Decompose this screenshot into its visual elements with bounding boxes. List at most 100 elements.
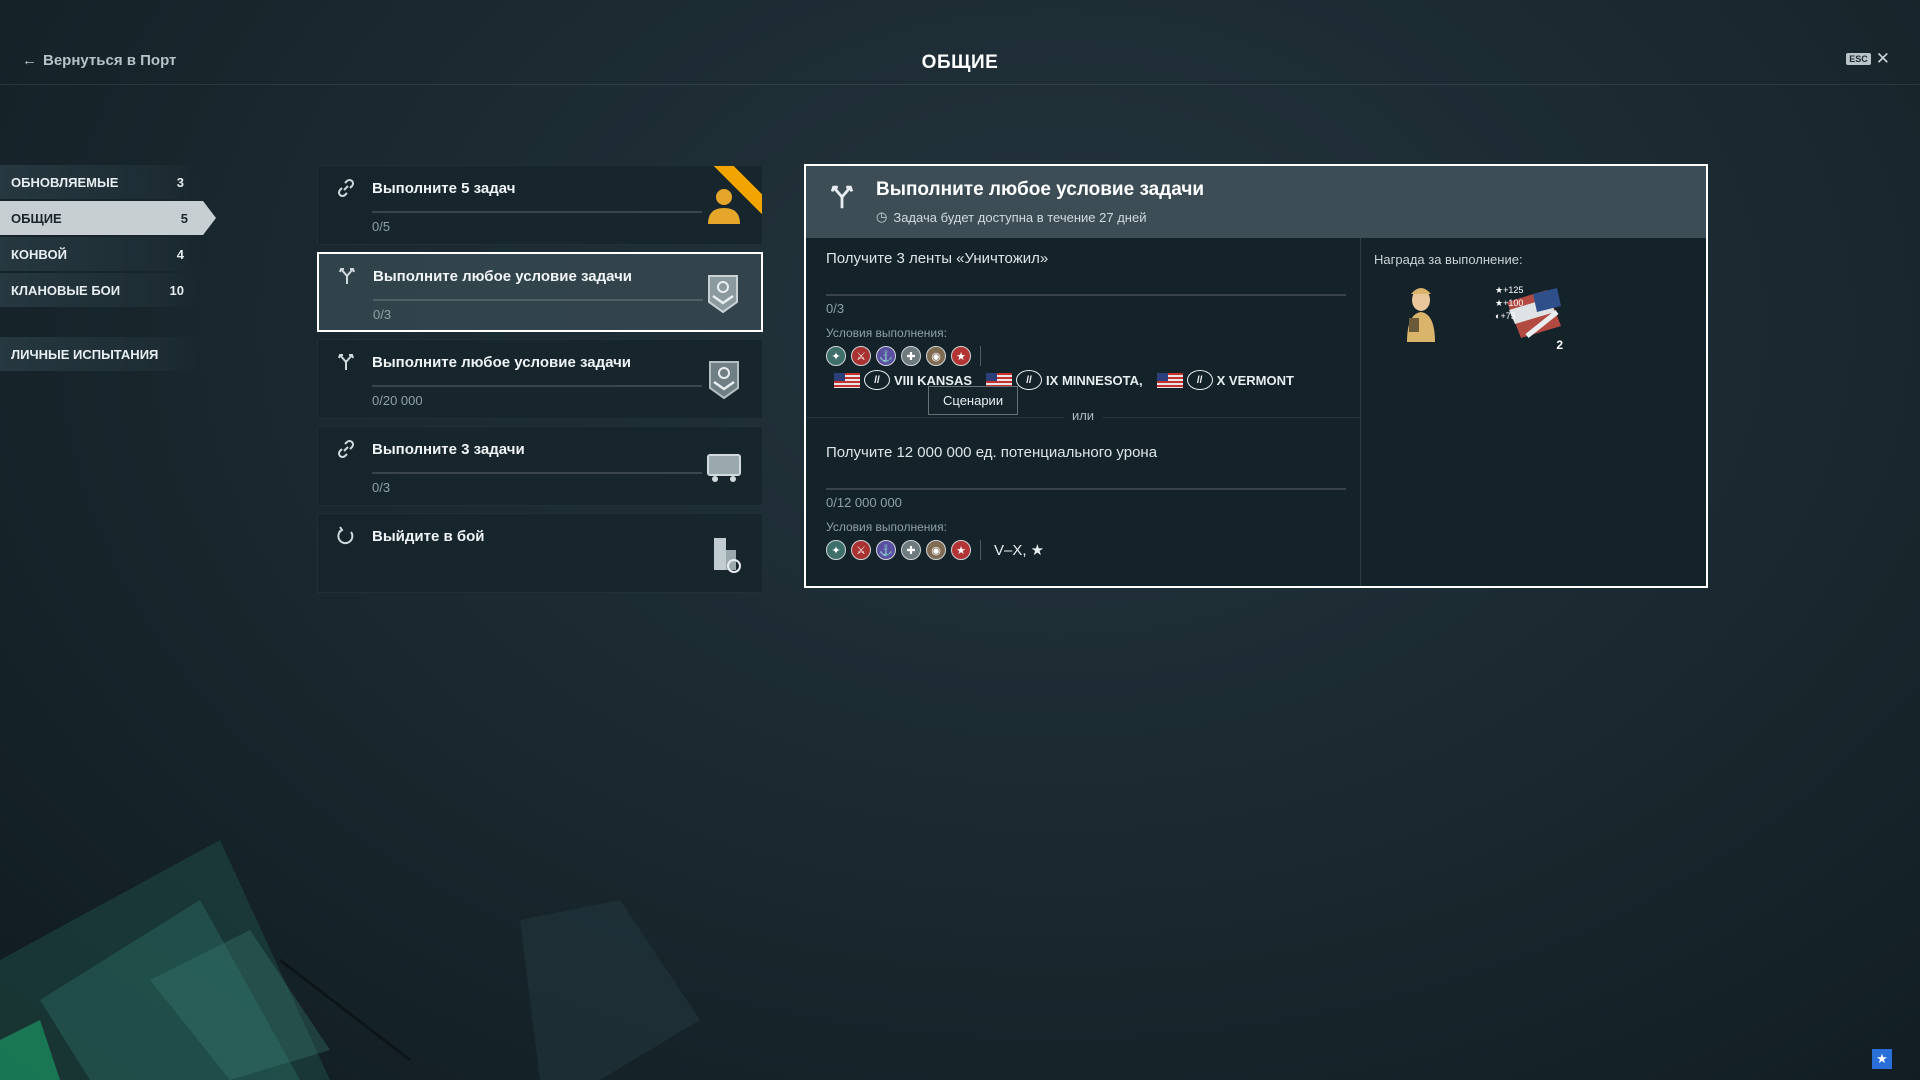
clock-icon: ◷ <box>876 209 888 224</box>
condition-title: Получите 3 ленты «Уничтожил» <box>826 250 1049 267</box>
condition-1: Получите 3 ленты «Уничтожил» 0/3 Условия… <box>826 250 1346 390</box>
task-progress-bar <box>372 211 702 213</box>
task-card[interactable]: Выполните любое условие задачи 0/3 <box>317 252 763 332</box>
nav-item-count: 10 <box>169 282 184 298</box>
nav-item-label: ЛИЧНЫЕ ИСПЫТАНИЯ <box>11 346 159 362</box>
nav-item-convoy[interactable]: КОНВОЙ 4 <box>0 237 196 271</box>
task-card[interactable]: Выполните 5 задач 0/5 <box>317 165 763 245</box>
reward-bonus-stats: ★+125 ★+100 ◐+75 <box>1495 285 1524 321</box>
clan-battle-icon: ⚓ <box>876 540 896 560</box>
reward-commander[interactable] <box>1391 282 1451 346</box>
brawl-battle-icon: ◉ <box>926 540 946 560</box>
top-bar: ← Вернуться в Порт ОБЩИЕ ESC ✕ <box>0 0 1920 85</box>
ranked-battle-icon: ⚔ <box>851 540 871 560</box>
commander-icon <box>708 189 740 224</box>
ship-label[interactable]: IX MINNESOTA, <box>1046 373 1143 388</box>
star-badge-icon[interactable]: ★ <box>1872 1049 1892 1069</box>
nav-item-clan-battles[interactable]: КЛАНОВЫЕ БОИ 10 <box>0 273 196 307</box>
rank-chevron-icon <box>709 361 739 400</box>
divider <box>980 346 981 366</box>
event-battle-icon: ★ <box>951 540 971 560</box>
conditions-column: Получите 3 ленты «Уничтожил» 0/3 Условия… <box>806 238 1361 586</box>
battleship-class-icon: // <box>1016 370 1043 390</box>
rank-chevron-icon <box>708 275 738 314</box>
chain-link-icon <box>337 178 355 198</box>
detail-header: Выполните любое условие задачи ◷ Задача … <box>806 166 1706 238</box>
task-progress-bar <box>372 385 702 387</box>
coop-battle-icon: ✚ <box>901 346 921 366</box>
availability-info: ◷ Задача будет доступна в течение 27 дне… <box>876 209 1146 225</box>
ship-label[interactable]: X VERMONT <box>1217 373 1294 388</box>
ranked-battle-icon: ⚔ <box>851 346 871 366</box>
nav-item-label: КОНВОЙ <box>11 246 67 262</box>
task-progress-text: 0/20 000 <box>372 393 423 408</box>
usa-flag-icon <box>834 372 860 388</box>
condition-progress-text: 0/3 <box>826 301 845 316</box>
container-icon <box>707 454 741 482</box>
esc-key-badge: ESC <box>1846 53 1871 65</box>
task-card[interactable]: Выполните 3 задачи 0/3 <box>317 426 763 506</box>
reward-camouflage[interactable]: ★+125 ★+100 ◐+75 2 <box>1495 282 1563 352</box>
nav-item-general[interactable]: ОБЩИЕ 5 <box>0 201 216 235</box>
chain-link-icon <box>337 439 355 459</box>
random-battle-icon: ✦ <box>826 540 846 560</box>
fork-icon <box>830 185 854 209</box>
divider <box>980 540 981 560</box>
reward-label: Награда за выполнение: <box>1374 252 1523 267</box>
reward-count: 2 <box>1556 338 1563 352</box>
task-card[interactable]: Выйдите в бой <box>317 513 763 593</box>
refresh-icon <box>337 526 354 545</box>
condition-progress-text: 0/12 000 000 <box>826 495 902 510</box>
nav-item-count: 4 <box>176 246 184 262</box>
nav-item-count: 5 <box>180 210 188 226</box>
task-title: Выполните любое условие задачи <box>373 268 633 285</box>
task-title: Выполните 3 задачи <box>372 441 525 458</box>
task-progress-text: 0/5 <box>372 219 391 234</box>
nav-item-personal-challenges[interactable]: ЛИЧНЫЕ ИСПЫТАНИЯ <box>0 337 196 371</box>
coop-battle-icon: ✚ <box>901 540 921 560</box>
fork-icon <box>338 354 354 370</box>
battle-modes-row: ✦ ⚔ ⚓ ✚ ◉ ★ <box>826 346 1346 366</box>
condition-title: Получите 12 000 000 ед. потенциального у… <box>826 444 1158 461</box>
task-card[interactable]: Выполните любое условие задачи 0/20 000 <box>317 339 763 419</box>
xp-bonus-icon: ★ <box>1495 285 1504 295</box>
close-button[interactable]: ESC ✕ <box>1846 49 1890 68</box>
brawl-battle-icon: ◉ <box>926 346 946 366</box>
commander-portrait-icon <box>1407 288 1435 342</box>
condition-2: Получите 12 000 000 ед. потенциального у… <box>826 444 1346 560</box>
nav-item-updatable[interactable]: ОБНОВЛЯЕМЫЕ 3 <box>0 165 196 199</box>
usa-flag-icon <box>1156 372 1183 388</box>
category-nav: ОБНОВЛЯЕМЫЕ 3 ОБЩИЕ 5 КОНВОЙ 4 КЛАНОВЫЕ … <box>0 165 228 373</box>
battleship-class-icon: // <box>1186 370 1213 390</box>
nav-item-label: ОБНОВЛЯЕМЫЕ <box>11 174 119 190</box>
ships-row: // VIII KANSAS // IX MINNESOTA, // X VER… <box>834 370 1346 390</box>
reward-column: Награда за выполнение: ★+125 ★+100 ◐+75 … <box>1361 238 1706 586</box>
task-progress-bar <box>373 299 703 301</box>
random-battle-icon: ✦ <box>826 346 846 366</box>
task-progress-text: 0/3 <box>372 480 391 495</box>
condition-requirements-label: Условия выполнения: <box>826 326 947 340</box>
battleship-class-icon: // <box>864 370 890 390</box>
reward-items: ★+125 ★+100 ◐+75 2 <box>1391 282 1563 352</box>
page-title: ОБЩИЕ <box>921 52 999 73</box>
condition-progress-bar <box>826 488 1346 490</box>
or-divider: или <box>806 408 1360 423</box>
nav-item-label: ОБЩИЕ <box>11 210 62 226</box>
availability-text: Задача будет доступна в течение 27 дней <box>893 209 1147 225</box>
close-icon: ✕ <box>1875 49 1890 68</box>
battle-modes-row: ✦ ⚔ ⚓ ✚ ◉ ★ V–X, ★ <box>826 540 1346 560</box>
free-xp-bonus-icon: ★ <box>1495 298 1504 308</box>
task-title: Выполните любое условие задачи <box>372 354 632 371</box>
task-list: Выполните 5 задач 0/5 Выполните любое ус… <box>317 165 763 600</box>
condition-progress-bar <box>826 294 1346 296</box>
event-battle-icon: ★ <box>951 346 971 366</box>
detail-title: Выполните любое условие задачи <box>876 179 1205 200</box>
credits-stack-icon <box>714 538 741 573</box>
fork-icon <box>339 268 355 284</box>
nav-item-count: 3 <box>176 174 184 190</box>
or-label: или <box>1063 408 1103 423</box>
clan-battle-icon: ⚓ <box>876 346 896 366</box>
tier-range-label: V–X, ★ <box>994 542 1045 559</box>
task-progress-bar <box>372 472 702 474</box>
task-detail-panel: Выполните любое условие задачи ◷ Задача … <box>804 164 1708 588</box>
